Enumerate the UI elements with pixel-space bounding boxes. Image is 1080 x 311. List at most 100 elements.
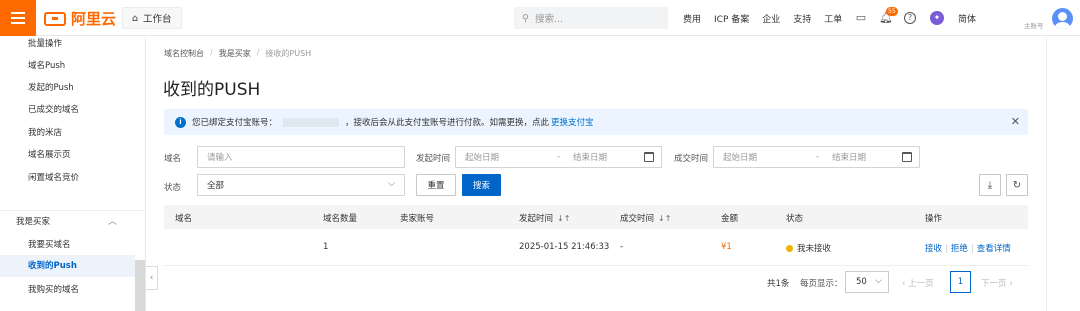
page-size-label: 每页显示： <box>800 279 843 289</box>
breadcrumb: 域名控制台 / 我是买家 / 接收的PUSH <box>164 48 312 59</box>
cell-count: 1 <box>323 242 329 252</box>
masked-alipay-account <box>283 117 340 127</box>
deal-date-range[interactable]: 起始日期 - 结束日期 <box>713 146 920 168</box>
sidebar-item-batch[interactable]: 批量操作 <box>28 37 62 49</box>
ai-assistant-icon[interactable]: ✦ <box>930 11 944 25</box>
domain-input-placeholder: 请输入 <box>207 153 233 163</box>
home-icon: ⌂ <box>132 12 139 24</box>
cell-actions: 接收 | 拒绝 | 查看详情 <box>925 244 1011 254</box>
col-amount: 金额 <box>721 214 739 224</box>
sidebar-item-my-store[interactable]: 我的米店 <box>28 126 62 138</box>
accept-link[interactable]: 接收 <box>925 244 942 254</box>
nav-ticket[interactable]: 工单 <box>824 12 842 25</box>
col-count: 域名数量 <box>323 214 358 224</box>
deal-time-label: 成交时间 <box>674 154 709 164</box>
download-icon[interactable]: ⤓ <box>979 174 1001 196</box>
reset-button[interactable]: 重置 <box>416 174 456 196</box>
cell-amount: ¥1 <box>721 242 732 252</box>
col-deal-time[interactable]: 成交时间 ↓↑ <box>620 212 671 224</box>
calendar-icon[interactable] <box>902 152 912 162</box>
notice-text-after: ，接收后会从此支付宝账号进行付款。如需更换，点此 <box>345 118 550 128</box>
nav-icp[interactable]: ICP 备案 <box>714 12 749 25</box>
initiated-time-label: 发起时间 <box>416 154 451 164</box>
chevron-left-icon: ‹ <box>902 279 906 289</box>
cell-initiated: 2025-01-15 21:46:33 <box>519 242 610 252</box>
sidebar-item-showcase[interactable]: 域名展示页 <box>28 148 71 160</box>
calendar-icon[interactable] <box>644 152 654 162</box>
help-icon[interactable]: ? <box>904 12 916 24</box>
domain-input[interactable]: 请输入 <box>197 146 405 168</box>
sort-icon[interactable]: ↓↑ <box>557 214 570 223</box>
sidebar-item-received-push[interactable]: 收到的Push <box>0 255 135 277</box>
change-alipay-link[interactable]: 更换支付宝 <box>551 116 594 128</box>
deal-start-date[interactable]: 起始日期 <box>723 151 757 163</box>
nav-enterprise[interactable]: 企业 <box>762 12 780 25</box>
nav-support[interactable]: 支持 <box>793 12 811 25</box>
status-text: 我未接收 <box>797 244 832 254</box>
col-domain: 域名 <box>175 214 193 224</box>
aliyun-logo[interactable]: 阿里云 <box>44 8 116 29</box>
page-number-current[interactable]: 1 <box>950 271 971 293</box>
page-size-value: 50 <box>856 277 867 287</box>
status-filter-label: 状态 <box>164 183 182 193</box>
terminal-icon[interactable]: ▭ <box>854 11 868 25</box>
cell-deal-time: - <box>620 242 624 252</box>
view-details-link[interactable]: 查看详情 <box>977 244 1011 254</box>
language-switch[interactable]: 简体 <box>958 12 976 25</box>
top-bar: 阿里云 ⌂ 工作台 ⚲ 搜索... 费用 ICP 备案 企业 支持 工单 ▭ 🔔… <box>0 0 1080 36</box>
table-header: 域名 域名数量 卖家账号 发起时间 ↓↑ 成交时间 ↓↑ 金额 状态 操作 <box>164 205 1028 229</box>
col-seller: 卖家账号 <box>400 214 435 224</box>
initiated-date-range[interactable]: 起始日期 - 结束日期 <box>455 146 662 168</box>
notification-badge: 55 <box>886 7 898 16</box>
brand-name: 阿里云 <box>71 10 117 28</box>
close-icon[interactable]: ✕ <box>1011 116 1020 127</box>
sidebar-scrollbar[interactable] <box>135 260 145 311</box>
initiated-end-date[interactable]: 结束日期 <box>573 151 607 163</box>
sidebar-divider <box>0 210 146 211</box>
sidebar-item-initiated-push[interactable]: 发起的Push <box>28 81 74 93</box>
sidebar-collapse-button[interactable]: ‹ <box>146 266 158 290</box>
hamburger-menu-button[interactable] <box>0 0 36 36</box>
col-actions: 操作 <box>925 214 943 224</box>
top-nav: 费用 ICP 备案 企业 支持 工单 <box>683 0 855 36</box>
chevron-left-icon: ‹ <box>149 273 154 283</box>
table-row: 1 2025-01-15 21:46:33 - ¥1 我未接收 接收 | 拒绝 | 查看… <box>164 229 1028 266</box>
nav-billing[interactable]: 费用 <box>683 12 701 25</box>
chevron-up-icon[interactable]: ︿ <box>108 214 117 227</box>
global-search-input[interactable]: ⚲ 搜索... <box>514 7 668 29</box>
sidebar-item-idle-bidding[interactable]: 闲置域名竞价 <box>28 171 79 183</box>
prev-page-button[interactable]: ‹ 上一页 <box>902 277 934 289</box>
breadcrumb-current: 接收的PUSH <box>265 49 312 58</box>
sidebar-item-buy-domain[interactable]: 我要买域名 <box>28 238 71 250</box>
sort-icon[interactable]: ↓↑ <box>658 214 671 223</box>
sidebar: 批量操作 域名Push 发起的Push 已成交的域名 我的米店 域名展示页 闲置… <box>0 37 146 311</box>
deal-end-date[interactable]: 结束日期 <box>832 151 866 163</box>
status-select[interactable]: 全部 ⌵ <box>197 174 405 196</box>
sidebar-item-sold-domains[interactable]: 已成交的域名 <box>28 103 79 115</box>
page-size-select[interactable]: 50 ⌵ <box>845 271 889 293</box>
right-rail <box>1046 37 1080 311</box>
next-page-button[interactable]: 下一页 › <box>981 277 1013 289</box>
account-type-label: 主账号 <box>1024 22 1044 30</box>
breadcrumb-buyer[interactable]: 我是买家 <box>219 48 251 59</box>
sidebar-item-domain-push[interactable]: 域名Push <box>28 59 65 71</box>
workbench-button[interactable]: ⌂ 工作台 <box>122 7 182 29</box>
avatar[interactable] <box>1052 8 1073 29</box>
initiated-start-date[interactable]: 起始日期 <box>465 151 499 163</box>
col-initiated[interactable]: 发起时间 ↓↑ <box>519 212 570 224</box>
refresh-icon[interactable]: ↻ <box>1006 174 1028 196</box>
status-select-value: 全部 <box>207 181 225 191</box>
search-button[interactable]: 搜索 <box>462 174 501 196</box>
breadcrumb-console[interactable]: 域名控制台 <box>164 48 204 59</box>
workbench-label: 工作台 <box>143 14 172 25</box>
alipay-notice: i 您已绑定支付宝账号： ，接收后会从此支付宝账号进行付款。如需更换，点此 更换… <box>164 109 1028 135</box>
notice-text-before: 您已绑定支付宝账号： <box>192 118 278 128</box>
chevron-down-icon: ⌵ <box>388 179 395 189</box>
sidebar-item-purchased-domains[interactable]: 我购买的域名 <box>28 283 79 295</box>
reject-link[interactable]: 拒绝 <box>951 244 968 254</box>
domain-filter-label: 域名 <box>164 154 182 164</box>
info-icon: i <box>175 116 186 128</box>
sidebar-group-buyer[interactable]: 我是买家 <box>16 215 50 227</box>
status-dot-icon <box>786 245 793 252</box>
page-title: 收到的PUSH <box>163 80 261 100</box>
